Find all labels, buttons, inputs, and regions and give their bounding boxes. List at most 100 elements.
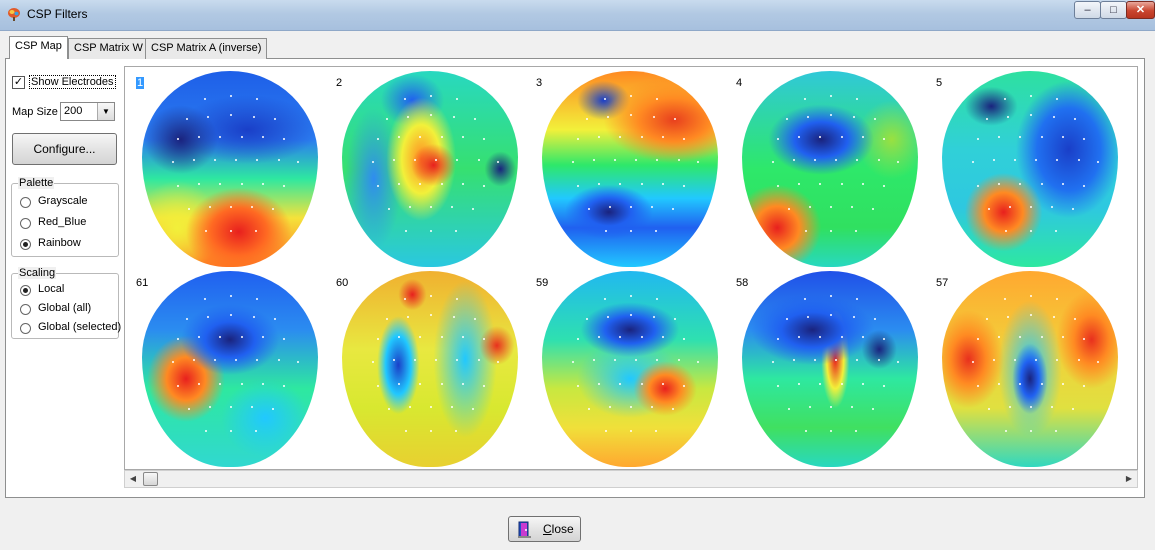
title-bar: CSP Filters – □ ✕ <box>0 0 1155 31</box>
electrode-dot <box>598 135 601 138</box>
electrode-dot <box>187 408 190 411</box>
electrode-dot <box>1082 337 1085 340</box>
electrode-dot <box>661 182 664 185</box>
electrode-dot <box>807 316 810 319</box>
electrode-dot <box>640 335 643 338</box>
horizontal-scrollbar[interactable]: ◀ ▶ <box>124 470 1138 488</box>
electrode-dot <box>630 429 632 432</box>
electrode-dot <box>593 159 596 162</box>
csp-map-61[interactable]: 61 <box>125 267 325 467</box>
electrode-dot <box>777 137 780 140</box>
electrode-dot <box>672 208 675 211</box>
electrode-dot <box>854 229 857 232</box>
electrode-dot <box>177 337 180 340</box>
radio-global-all[interactable] <box>20 304 31 315</box>
csp-map-4[interactable]: 4 <box>725 67 925 267</box>
electrode-dot <box>452 116 455 119</box>
electrode-dot <box>282 384 285 387</box>
electrode-dot <box>198 335 201 338</box>
electrode-dot <box>230 229 232 232</box>
electrode-dot <box>661 382 664 385</box>
electrode-dot <box>682 137 685 140</box>
electrode-dot <box>430 229 432 232</box>
electrode-dot <box>214 359 217 362</box>
electrode-dot <box>1030 94 1032 97</box>
electrode-dot <box>861 335 864 338</box>
tab-csp-matrix-w[interactable]: CSP Matrix W <box>68 38 149 59</box>
close-window-button[interactable]: ✕ <box>1126 1 1155 19</box>
scroll-thumb[interactable] <box>143 472 158 486</box>
csp-map-1[interactable]: 1 <box>125 67 325 267</box>
csp-map-2[interactable]: 2 <box>325 67 525 267</box>
configure-button[interactable]: Configure... <box>12 133 117 165</box>
electrode-dot <box>608 406 611 409</box>
electrode-dot <box>430 94 432 97</box>
electrode-dot <box>1096 161 1099 164</box>
scroll-left-arrow-icon[interactable]: ◀ <box>125 471 141 487</box>
radio-rainbow[interactable] <box>20 239 31 250</box>
electrode-dot <box>451 406 454 409</box>
electrode-dot <box>587 208 590 211</box>
electrode-dot <box>1008 406 1011 409</box>
electrode-dot <box>277 359 280 362</box>
electrode-dot <box>371 361 374 364</box>
radio-local[interactable] <box>20 285 31 296</box>
close-button[interactable]: Close <box>508 516 581 542</box>
electrode-dot <box>661 135 664 138</box>
maximize-button[interactable]: □ <box>1100 1 1127 19</box>
radio-grayscale[interactable] <box>20 197 31 208</box>
map-size-select[interactable]: 200 ▼ <box>60 102 115 121</box>
electrode-dot <box>874 118 876 121</box>
electrode-dot <box>672 408 675 411</box>
electrode-dot <box>219 135 222 138</box>
scaling-group: Scaling Local Global (all) Global (selec… <box>11 267 121 339</box>
electrode-dot <box>777 384 780 387</box>
electrode-dot <box>456 359 459 362</box>
electrode-dot <box>274 318 276 321</box>
electrode-dot <box>419 182 422 185</box>
electrode-dot <box>440 135 443 138</box>
electrode-dot <box>840 382 843 385</box>
electrode-dot <box>219 335 222 338</box>
electrode-dot <box>605 229 608 232</box>
electrode-dot <box>607 116 610 119</box>
electrode-dot <box>1074 318 1076 321</box>
electrode-dot <box>808 206 811 209</box>
csp-map-59[interactable]: 59 <box>525 267 725 467</box>
radio-global-selected[interactable] <box>20 323 31 334</box>
csp-map-60[interactable]: 60 <box>325 267 525 467</box>
tab-csp-map[interactable]: CSP Map <box>9 36 68 59</box>
tab-csp-matrix-a-inverse[interactable]: CSP Matrix A (inverse) <box>145 38 268 59</box>
csp-map-3[interactable]: 3 <box>525 67 725 267</box>
electrode-dot <box>856 359 859 362</box>
electrode-dot <box>808 406 811 409</box>
electrode-dot <box>230 314 232 317</box>
electrode-dot <box>461 182 464 185</box>
electrode-dot <box>377 184 380 187</box>
electrode-dot <box>793 359 796 362</box>
electrode-dot <box>208 206 211 209</box>
electrode-dot <box>482 137 485 140</box>
csp-map-58[interactable]: 58 <box>725 267 925 467</box>
chevron-down-icon[interactable]: ▼ <box>97 103 114 120</box>
close-mnemonic: C <box>543 522 552 536</box>
map-label: 5 <box>936 77 943 89</box>
electrode-dot <box>430 314 432 317</box>
electrode-dot <box>461 335 464 338</box>
electrode-dot <box>587 408 590 411</box>
electrode-dot <box>408 406 411 409</box>
scaling-legend: Scaling <box>18 267 57 279</box>
electrode-dot <box>840 135 843 138</box>
csp-map-5[interactable]: 5 <box>925 67 1125 267</box>
electrode-dot <box>407 116 410 119</box>
electrode-dot <box>998 182 1001 185</box>
csp-map-57[interactable]: 57 <box>925 267 1125 467</box>
csp-map-canvas[interactable]: 1 2 3 4 5 61 60 59 58 57 <box>124 66 1138 470</box>
show-electrodes-checkbox[interactable]: ✓ <box>12 76 25 89</box>
electrode-dot <box>656 159 659 162</box>
scroll-right-arrow-icon[interactable]: ▶ <box>1121 471 1137 487</box>
electrode-dot <box>798 335 801 338</box>
minimize-button[interactable]: – <box>1074 1 1101 19</box>
electrode-dot <box>1014 159 1017 162</box>
radio-red-blue[interactable] <box>20 218 31 229</box>
